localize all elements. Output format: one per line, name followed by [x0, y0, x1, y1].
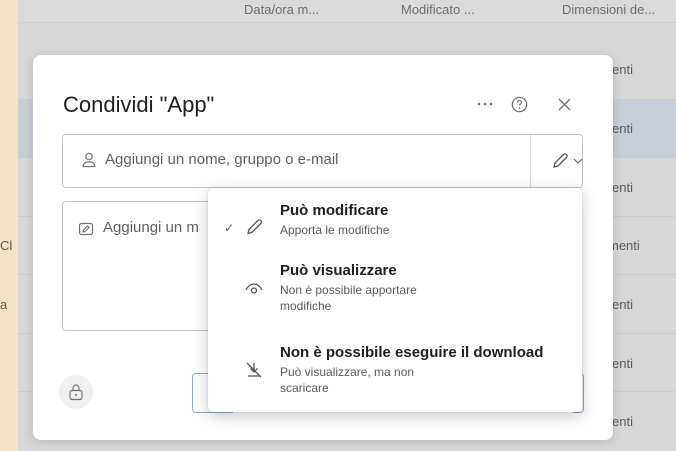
eye-icon [245, 283, 263, 294]
row-text: enti [612, 121, 633, 136]
no-download-icon [246, 362, 262, 378]
menu-item-title: Non è possibile eseguire il download [280, 344, 544, 361]
permission-dropdown-button[interactable] [531, 135, 583, 187]
row-text-left: Cl [0, 238, 13, 253]
person-icon [82, 152, 96, 168]
checkmark-icon: ✓ [224, 221, 235, 235]
pencil-icon [247, 219, 262, 235]
add-people-placeholder: Aggiungi un nome, gruppo o e-mail [105, 151, 339, 168]
column-header-date[interactable]: Data/ora m... [244, 2, 319, 17]
menu-item-subtitle: scaricare [280, 381, 329, 395]
menu-item-can-view[interactable]: Può visualizzare Non è possibile apporta… [208, 254, 582, 324]
help-icon[interactable] [509, 94, 529, 114]
menu-item-title: Può visualizzare [280, 262, 397, 279]
permission-menu: ✓ Può modificare Apporta le modifiche Pu… [208, 188, 582, 412]
menu-item-subtitle: Non è possibile apportare [280, 283, 417, 297]
dialog-title: Condividi "App" [63, 92, 215, 117]
menu-item-subtitle: modifiche [280, 299, 332, 313]
close-icon[interactable] [554, 94, 574, 114]
add-people-field[interactable]: Aggiungi un nome, gruppo o e-mail [62, 134, 583, 188]
chevron-down-icon [573, 158, 583, 164]
row-text: enti [612, 62, 633, 77]
edit-message-icon [78, 222, 94, 236]
row-text: enti [612, 356, 633, 371]
menu-item-subtitle: Apporta le modifiche [280, 223, 390, 237]
menu-item-subtitle: Può visualizzare, ma non [280, 365, 415, 379]
pencil-icon [553, 153, 568, 168]
lock-icon [69, 384, 83, 401]
menu-item-can-edit[interactable]: ✓ Può modificare Apporta le modifiche [208, 188, 582, 248]
menu-item-title: Può modificare [280, 202, 389, 219]
column-header-size[interactable]: Dimensioni de... [562, 2, 655, 17]
ellipsis-icon[interactable] [475, 94, 495, 114]
row-text: enti [612, 297, 633, 312]
row-text: enti [612, 180, 633, 195]
row-text: enti [612, 414, 633, 429]
menu-item-no-download[interactable]: Non è possibile eseguire il download Può… [208, 336, 582, 408]
link-settings-button[interactable] [59, 375, 93, 409]
row-text-left: a [0, 297, 8, 312]
column-header-modified[interactable]: Modificato ... [401, 2, 475, 17]
message-placeholder: Aggiungi un m [103, 219, 199, 236]
column-header-bar: Data/ora m... Modificato ... Dimensioni … [18, 0, 676, 23]
